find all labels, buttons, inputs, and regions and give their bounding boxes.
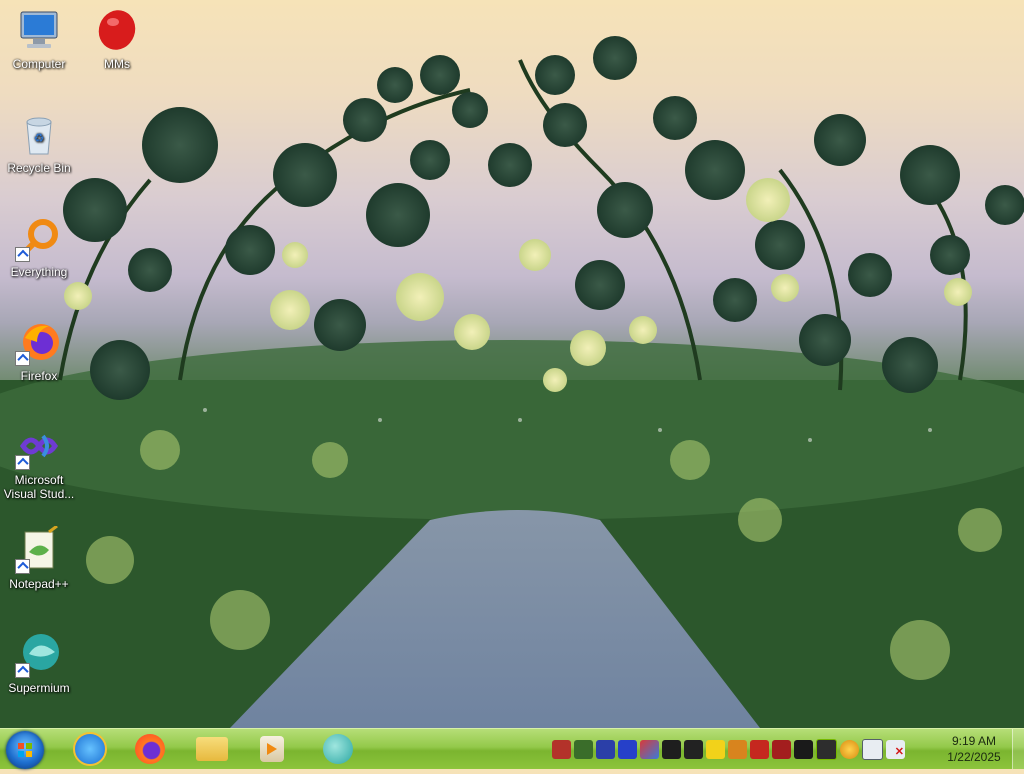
tray-app-7-icon[interactable] — [684, 739, 703, 759]
start-button[interactable] — [6, 731, 44, 769]
shortcut-arrow-icon — [15, 455, 30, 470]
desktop-icon-label: Microsoft Visual Stud... — [3, 473, 75, 501]
taskbar-clock[interactable]: 9:19 AM 1/22/2025 — [940, 733, 1008, 765]
desktop-icon-label: Notepad++ — [9, 577, 69, 591]
tray-app-3-icon[interactable] — [596, 739, 615, 759]
media-player-icon — [260, 736, 284, 762]
desktop-icon-firefox[interactable]: Firefox — [0, 318, 78, 383]
taskbar-firefox[interactable] — [124, 732, 176, 766]
mms-candy-icon — [93, 6, 141, 54]
taskbar-internet-explorer[interactable] — [64, 732, 116, 766]
desktop-icon-mms[interactable]: MMs — [78, 6, 156, 71]
tray-app-4-icon[interactable] — [618, 739, 637, 759]
firefox-icon — [15, 318, 63, 366]
desktop-icon-recycle-bin[interactable]: ♻ Recycle Bin — [0, 110, 78, 175]
magnifier-icon[interactable] — [840, 739, 859, 759]
taskbar: ✕ 9:19 AM 1/22/2025 — [0, 728, 1024, 769]
clock-time: 9:19 AM — [951, 734, 997, 748]
taskbar-supermium[interactable] — [312, 732, 364, 766]
desktop-icon-label: Computer — [12, 57, 66, 71]
file-explorer-icon — [196, 737, 228, 761]
recycle-bin-icon: ♻ — [15, 110, 63, 158]
tray-app-10-icon[interactable] — [750, 739, 769, 759]
start-orb-icon — [18, 743, 32, 757]
desktop-icon-notepadpp[interactable]: Notepad++ — [0, 524, 78, 591]
svg-text:♻: ♻ — [34, 131, 45, 145]
notepadpp-icon — [15, 524, 63, 574]
firefox-icon — [135, 734, 165, 764]
internet-explorer-icon — [73, 732, 107, 766]
desktop-icon-supermium[interactable]: Supermium — [0, 630, 78, 695]
desktop-icon-computer[interactable]: Computer — [0, 6, 78, 71]
desktop-wallpaper — [0, 36, 1024, 728]
system-tray: ✕ — [552, 737, 905, 761]
tray-app-1-icon[interactable] — [552, 739, 571, 759]
supermium-icon — [15, 630, 63, 678]
visual-studio-icon — [15, 422, 63, 470]
supermium-icon — [323, 734, 353, 764]
desktop-icon-label: Supermium — [8, 681, 70, 695]
desktop-icon-label: MMs — [104, 57, 130, 71]
tray-app-2-icon[interactable] — [574, 739, 593, 759]
desktop-icon-label: Recycle Bin — [7, 161, 71, 175]
desktop-icon-everything[interactable]: Everything — [0, 214, 78, 279]
taskbar-media-player[interactable] — [246, 732, 298, 766]
tray-app-9-icon[interactable] — [728, 739, 747, 759]
shortcut-arrow-icon — [15, 351, 30, 366]
taskbar-file-explorer[interactable] — [186, 732, 238, 766]
tray-app-6-icon[interactable] — [662, 739, 681, 759]
tray-app-8-icon[interactable] — [706, 739, 725, 759]
clock-date: 1/22/2025 — [947, 750, 1001, 764]
desktop-icon-visual-studio[interactable]: Microsoft Visual Stud... — [0, 422, 78, 501]
desktop-icon-label: Everything — [10, 265, 68, 279]
tray-app-5-icon[interactable] — [640, 739, 659, 759]
shortcut-arrow-icon — [15, 663, 30, 678]
show-desktop-button[interactable] — [1012, 729, 1024, 769]
tray-app-11-icon[interactable] — [772, 739, 791, 759]
tray-app-12-icon[interactable] — [794, 739, 813, 759]
volume-muted-icon[interactable]: ✕ — [886, 739, 905, 759]
network-icon[interactable] — [862, 738, 883, 760]
everything-search-icon — [15, 214, 63, 262]
computer-icon — [15, 6, 63, 54]
desktop-icon-label: Firefox — [20, 369, 58, 383]
nvidia-icon[interactable] — [816, 738, 837, 760]
shortcut-arrow-icon — [15, 559, 30, 574]
shortcut-arrow-icon — [15, 247, 30, 262]
